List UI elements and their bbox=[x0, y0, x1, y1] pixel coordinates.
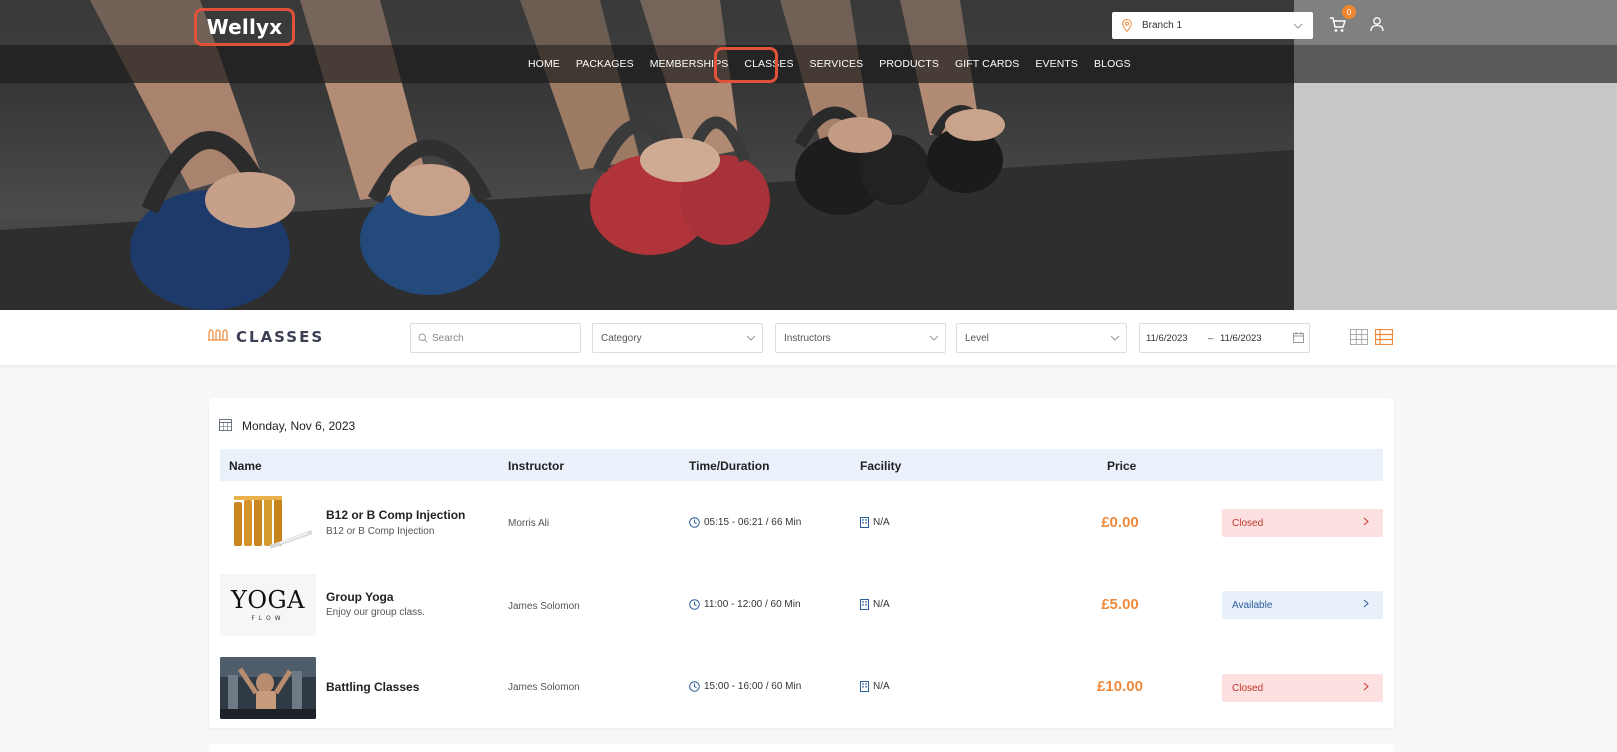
grid-view-icon[interactable] bbox=[1350, 329, 1368, 345]
list-view-icon[interactable] bbox=[1374, 328, 1394, 346]
class-name[interactable]: Battling Classes bbox=[326, 680, 419, 694]
search-input[interactable]: Search bbox=[428, 333, 580, 344]
clock-icon bbox=[689, 599, 700, 610]
search-field[interactable]: Search bbox=[410, 323, 581, 353]
main-nav: HOME PACKAGES MEMBERSHIPS CLASSES SERVIC… bbox=[520, 46, 1139, 82]
yoga-flow-logo: YOGA FLOW bbox=[220, 574, 316, 636]
chevron-down-icon bbox=[1293, 21, 1313, 31]
class-name[interactable]: Group Yoga bbox=[326, 590, 394, 604]
nav-gift-cards[interactable]: GIFT CARDS bbox=[955, 58, 1019, 70]
next-schedule-card bbox=[209, 744, 1394, 752]
building-icon bbox=[860, 681, 869, 692]
nav-blogs[interactable]: BLOGS bbox=[1094, 58, 1131, 70]
schedule-date-heading: Monday, Nov 6, 2023 bbox=[219, 418, 355, 434]
time-text: 11:00 - 12:00 / 60 Min bbox=[704, 599, 801, 610]
nav-products[interactable]: PRODUCTS bbox=[879, 58, 939, 70]
nav-services[interactable]: SERVICES bbox=[810, 58, 864, 70]
classes-icon bbox=[208, 327, 228, 346]
chevron-right-icon bbox=[1363, 599, 1383, 611]
logo-text: Wellyx bbox=[206, 15, 283, 39]
instructors-select[interactable]: Instructors bbox=[775, 323, 946, 353]
facility-text: N/A bbox=[873, 599, 890, 610]
instructor-name: James Solomon bbox=[508, 682, 580, 693]
nav-classes-highlight bbox=[714, 47, 778, 83]
chevron-down-icon bbox=[1104, 333, 1126, 343]
yoga-logo-subtext: FLOW bbox=[251, 615, 285, 622]
class-facility: N/A bbox=[860, 599, 890, 610]
class-facility: N/A bbox=[860, 681, 890, 692]
facility-text: N/A bbox=[873, 681, 890, 692]
chevron-right-icon bbox=[1363, 682, 1383, 694]
level-value: Level bbox=[965, 332, 989, 344]
calendar-icon[interactable] bbox=[1287, 331, 1309, 345]
cart-icon[interactable] bbox=[1329, 16, 1349, 36]
classes-heading: CLASSES bbox=[208, 327, 324, 346]
col-price: Price bbox=[1107, 459, 1137, 473]
col-name: Name bbox=[229, 459, 262, 473]
status-label: Closed bbox=[1232, 682, 1264, 694]
instructor-name: James Solomon bbox=[508, 601, 580, 612]
nav-packages[interactable]: PACKAGES bbox=[576, 58, 634, 70]
date-separator: – bbox=[1208, 332, 1214, 344]
yoga-logo-text: YOGA bbox=[230, 586, 306, 614]
status-label: Available bbox=[1232, 599, 1273, 611]
category-value: Category bbox=[601, 332, 642, 344]
chevron-right-icon bbox=[1363, 517, 1383, 529]
nav-home[interactable]: HOME bbox=[528, 58, 560, 70]
battling-class-photo bbox=[220, 657, 316, 719]
level-select[interactable]: Level bbox=[956, 323, 1127, 353]
status-button[interactable]: Closed bbox=[1222, 509, 1383, 537]
date-from: 11/6/2023 bbox=[1146, 332, 1188, 344]
building-icon bbox=[860, 517, 869, 528]
user-icon[interactable] bbox=[1369, 16, 1387, 34]
class-time: 05:15 - 06:21 / 66 Min bbox=[689, 517, 801, 528]
location-pin-icon bbox=[1112, 19, 1142, 32]
class-price: £5.00 bbox=[1101, 596, 1139, 613]
branch-value: Branch 1 bbox=[1142, 20, 1183, 31]
class-time: 11:00 - 12:00 / 60 Min bbox=[689, 599, 801, 610]
status-button[interactable]: Available bbox=[1222, 591, 1383, 619]
vials-image bbox=[220, 492, 316, 554]
chevron-down-icon bbox=[923, 333, 945, 343]
nav-bar-right-fill bbox=[1294, 45, 1617, 83]
nav-events[interactable]: EVENTS bbox=[1035, 58, 1078, 70]
instructors-value: Instructors bbox=[784, 332, 831, 344]
category-select[interactable]: Category bbox=[592, 323, 763, 353]
status-label: Closed bbox=[1232, 517, 1264, 529]
class-time: 15:00 - 16:00 / 60 Min bbox=[689, 681, 801, 692]
clock-icon bbox=[689, 681, 700, 692]
calendar-icon bbox=[219, 418, 232, 434]
building-icon bbox=[860, 599, 869, 610]
schedule-date: Monday, Nov 6, 2023 bbox=[242, 419, 356, 433]
date-to: 11/6/2023 bbox=[1220, 332, 1262, 344]
date-range-picker[interactable]: 11/6/2023 – 11/6/2023 bbox=[1139, 323, 1310, 353]
cart-count-badge: 0 bbox=[1342, 5, 1356, 19]
schedule-card bbox=[209, 398, 1394, 728]
branch-select[interactable]: Branch 1 bbox=[1112, 12, 1313, 39]
time-text: 05:15 - 06:21 / 66 Min bbox=[704, 517, 802, 528]
class-subtitle: B12 or B Comp Injection bbox=[326, 526, 435, 537]
col-instructor: Instructor bbox=[508, 459, 565, 473]
status-button[interactable]: Closed bbox=[1222, 674, 1383, 702]
chevron-down-icon bbox=[740, 333, 762, 343]
class-facility: N/A bbox=[860, 517, 890, 528]
facility-text: N/A bbox=[873, 517, 890, 528]
col-facility: Facility bbox=[860, 459, 902, 473]
table-header bbox=[220, 449, 1383, 481]
time-text: 15:00 - 16:00 / 60 Min bbox=[704, 681, 802, 692]
col-time: Time/Duration bbox=[689, 459, 770, 473]
class-price: £0.00 bbox=[1101, 514, 1139, 531]
class-name[interactable]: B12 or B Comp Injection bbox=[326, 508, 465, 522]
wellyx-logo[interactable]: Wellyx bbox=[194, 8, 295, 46]
class-price: £10.00 bbox=[1097, 678, 1143, 695]
search-icon bbox=[411, 333, 428, 343]
classes-title: CLASSES bbox=[236, 327, 325, 346]
class-subtitle: Enjoy our group class. bbox=[326, 607, 425, 618]
clock-icon bbox=[689, 517, 700, 528]
instructor-name: Morris Ali bbox=[508, 518, 550, 529]
